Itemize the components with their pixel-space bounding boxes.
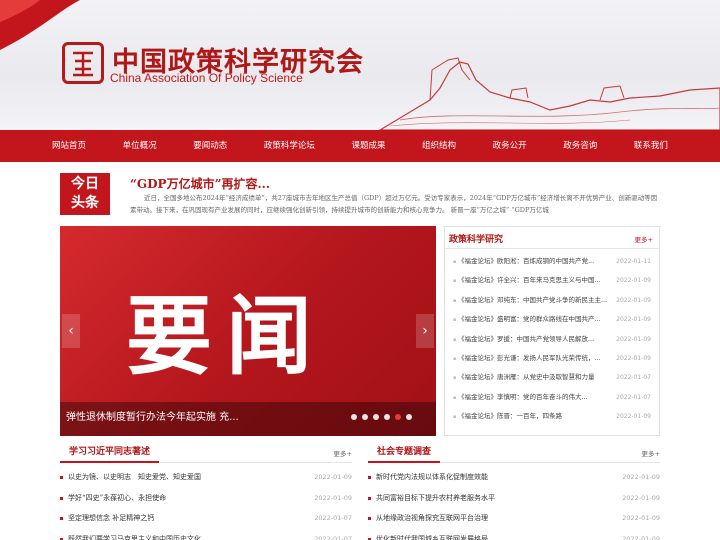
- article-title[interactable]: 共同富裕目标下提升农村养老服务水平: [368, 488, 495, 509]
- article-title[interactable]: 《福金论坛》陈晋：一百年，四条路: [453, 407, 562, 426]
- section-header: 学习习近平同志著述 更多+: [60, 441, 352, 463]
- nav-item-news[interactable]: 要闻动态: [193, 130, 227, 162]
- article-title[interactable]: 学好“四史”永葆初心、永担使命: [60, 488, 166, 509]
- policy-article-list: 《福金论坛》欧阳淞：百炼成钢的中国共产党... 2022-01-11 《福金论坛》…: [445, 249, 659, 427]
- list-item[interactable]: 新时代党内法规以体系化促制度效能 2022-01-09: [368, 467, 660, 488]
- slider-big-text: 要闻: [126, 286, 326, 387]
- nav-item-research[interactable]: 课题成果: [351, 130, 385, 162]
- list-item[interactable]: 以史为镜、以史明志 知史爱党、知史爱国 2022-01-09: [60, 467, 352, 488]
- headline-summary: 近日，全国多地公布2024年“经济成绩单”，共27座城市去年地区生产总值（GDP…: [130, 194, 658, 214]
- article-title[interactable]: 以史为镜、以史明志 知史爱党、知史爱国: [60, 467, 201, 488]
- section-more-link[interactable]: 更多+: [642, 448, 660, 458]
- slider-dot-5[interactable]: [395, 414, 401, 420]
- article-date: 2022-01-07: [314, 534, 352, 540]
- article-title[interactable]: 《福金论坛》彭光谦：发扬人民军队光荣传统，...: [453, 349, 601, 368]
- headline-title-link[interactable]: “GDP万亿城市”再扩容...: [130, 175, 270, 192]
- article-date: 2022-01-09: [314, 473, 352, 481]
- article-date: 2022-01-09: [622, 534, 660, 540]
- article-date: 2022-01-09: [622, 473, 660, 481]
- list-item[interactable]: 《福金论坛》欧阳淞：百炼成钢的中国共产党... 2022-01-11: [453, 252, 651, 271]
- article-date: 2022-01-07: [616, 374, 651, 382]
- list-item[interactable]: 从地缘政治视角探究互联网平台治理 2022-01-09: [368, 508, 660, 529]
- list-item[interactable]: 坚定理想信念 补足精神之钙 2022-01-07: [60, 508, 352, 529]
- article-title[interactable]: 《福金论坛》李慎明：党的百年奋斗的伟大...: [453, 388, 588, 407]
- article-title[interactable]: 既然我们要学习马克思主义和中国历史文化...: [60, 529, 208, 540]
- article-title[interactable]: 优化新时代我国城乡互联网发展格局: [368, 529, 488, 540]
- slider-caption-link[interactable]: 弹性退休制度暂行办法今年起实施 充...: [66, 408, 239, 423]
- article-title[interactable]: 从地缘政治视角探究互联网平台治理: [368, 508, 488, 529]
- nav-item-forum[interactable]: 政策科学论坛: [264, 130, 315, 162]
- article-title[interactable]: 新时代党内法规以体系化促制度效能: [368, 467, 488, 488]
- logo-english-name[interactable]: China Association Of Policy Science: [110, 71, 303, 85]
- list-item[interactable]: 共同富裕目标下提升农村养老服务水平 2022-01-09: [368, 488, 660, 509]
- panel-more-link[interactable]: 更多+: [635, 234, 653, 244]
- article-date: 2022-01-09: [616, 316, 651, 324]
- list-item[interactable]: 既然我们要学习马克思主义和中国历史文化... 2022-01-07: [60, 529, 352, 540]
- list-item[interactable]: 《福金论坛》唐洲雁：从党史中汲取智慧和力量 2022-01-07: [453, 368, 651, 387]
- nav-item-contact[interactable]: 联系我们: [634, 130, 668, 162]
- today-headline-badge: 今日 头条: [60, 173, 110, 215]
- nav-item-organization[interactable]: 组织结构: [422, 130, 456, 162]
- article-date: 2022-01-11: [616, 258, 651, 265]
- nav-item-disclosure[interactable]: 政务公开: [493, 130, 527, 162]
- list-item[interactable]: 《福金论坛》盛明富：党的群众路线在中国共产... 2022-01-09: [453, 310, 651, 329]
- article-title[interactable]: 坚定理想信念 补足精神之钙: [60, 508, 154, 529]
- slider-next-button[interactable]: ›: [416, 314, 434, 348]
- article-title[interactable]: 《福金论坛》罗援：中国共产党领导人民解放...: [453, 330, 594, 349]
- article-date: 2022-01-09: [622, 514, 660, 522]
- slider-dot-1[interactable]: [351, 414, 357, 420]
- policy-science-panel: 政策科学研究 更多+ 《福金论坛》欧阳淞：百炼成钢的中国共产党... 2022-0…: [444, 226, 660, 436]
- article-date: 2022-01-09: [616, 277, 651, 285]
- xi-writings-section: 学习习近平同志著述 更多+ 以史为镜、以史明志 知史爱党、知史爱国 2022-01…: [60, 441, 352, 540]
- nav-item-home[interactable]: 网站首页: [52, 130, 86, 162]
- social-survey-section: 社会专题调查 更多+ 新时代党内法规以体系化促制度效能 2022-01-09 共同…: [368, 441, 660, 540]
- slider-prev-button[interactable]: ‹: [62, 314, 80, 348]
- list-item[interactable]: 《福金论坛》罗援：中国共产党领导人民解放... 2022-01-09: [453, 330, 651, 349]
- slider-dot-6[interactable]: [406, 414, 412, 420]
- article-date: 2022-01-09: [616, 354, 651, 362]
- article-date: 2022-01-09: [314, 493, 352, 502]
- list-item[interactable]: 《福金论坛》彭光谦：发扬人民军队光荣传统，... 2022-01-09: [453, 349, 651, 368]
- panel-title: 政策科学研究: [449, 235, 504, 245]
- section-title[interactable]: 社会专题调查: [368, 441, 441, 463]
- list-item[interactable]: 学好“四史”永葆初心、永担使命 2022-01-09: [60, 488, 352, 509]
- list-item[interactable]: 《福金论坛》李慎明：党的百年奋斗的伟大... 2022-01-07: [453, 388, 651, 407]
- section-article-list: 新时代党内法规以体系化促制度效能 2022-01-09 共同富裕目标下提升农村养老…: [368, 463, 660, 540]
- nav-item-consulting[interactable]: 政务咨询: [563, 130, 597, 162]
- main-navigation: 网站首页 单位概况 要闻动态 政策科学论坛 课题成果 组织结构 政务公开 政务咨…: [0, 130, 720, 162]
- list-item[interactable]: 优化新时代我国城乡互联网发展格局 2022-01-09: [368, 529, 660, 540]
- article-title[interactable]: 《福金论坛》许全兴：百年来马克思主义与中国...: [453, 271, 601, 290]
- article-date: 2022-01-09: [616, 413, 651, 421]
- nav-item-overview[interactable]: 单位概况: [123, 130, 157, 162]
- slider-dot-2[interactable]: [362, 414, 368, 420]
- badge-line-2: 头条: [71, 195, 99, 211]
- article-title[interactable]: 《福金论坛》欧阳淞：百炼成钢的中国共产党...: [453, 252, 594, 271]
- article-date: 2022-01-09: [616, 335, 651, 343]
- site-header: 中国政策科学研究会 China Association Of Policy Sc…: [0, 0, 720, 130]
- article-title[interactable]: 《福金论坛》盛明富：党的群众路线在中国共产...: [453, 310, 601, 329]
- news-slider[interactable]: 要闻 ‹ › 弹性退休制度暂行办法今年起实施 充...: [60, 226, 436, 436]
- section-article-list: 以史为镜、以史明志 知史爱党、知史爱国 2022-01-09 学好“四史”永葆初心…: [60, 463, 352, 540]
- list-item[interactable]: 《福金论坛》陈晋：一百年，四条路 2022-01-09: [453, 407, 651, 426]
- section-header: 社会专题调查 更多+: [368, 441, 660, 463]
- section-more-link[interactable]: 更多+: [334, 448, 352, 458]
- article-title[interactable]: 《福金论坛》邓纯东：中国共产党斗争的新民主主...: [453, 291, 607, 310]
- article-date: 2022-01-07: [616, 393, 651, 401]
- slider-dot-3[interactable]: [373, 414, 379, 420]
- article-date: 2022-01-07: [314, 514, 352, 522]
- list-item[interactable]: 《福金论坛》许全兴：百年来马克思主义与中国... 2022-01-09: [453, 271, 651, 290]
- badge-line-1: 今日: [71, 176, 99, 192]
- article-date: 2022-01-09: [622, 493, 660, 502]
- article-title[interactable]: 《福金论坛》唐洲雁：从党史中汲取智慧和力量: [453, 368, 595, 387]
- slider-dots: [351, 414, 412, 420]
- panel-header: 政策科学研究 更多+: [445, 227, 659, 249]
- logo-seal-icon[interactable]: [62, 42, 104, 84]
- section-title[interactable]: 学习习近平同志著述: [60, 441, 160, 463]
- list-item[interactable]: 《福金论坛》邓纯东：中国共产党斗争的新民主主... 2022-01-09: [453, 291, 651, 310]
- slider-dot-4[interactable]: [384, 414, 390, 420]
- article-date: 2022-01-09: [616, 296, 651, 304]
